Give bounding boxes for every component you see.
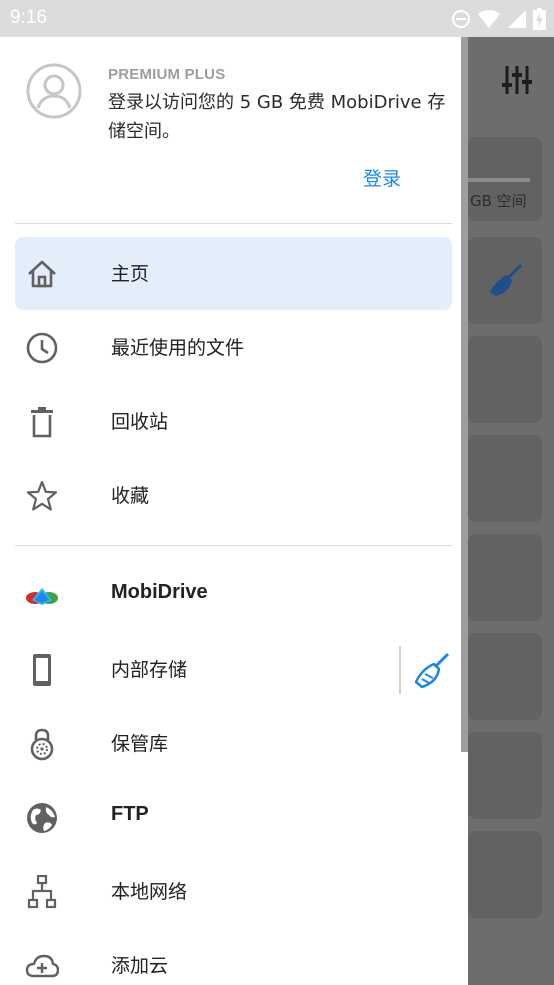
nav-item-home[interactable]: 主页 <box>15 237 452 310</box>
divider <box>15 545 452 546</box>
nav-item-vault[interactable]: 保管库 <box>15 707 452 780</box>
background-card <box>468 732 542 819</box>
nav-item-label: 最近使用的文件 <box>111 337 245 359</box>
globe-icon <box>27 803 57 833</box>
status-bar: 9:16 <box>0 0 554 37</box>
nav-item-add-cloud[interactable]: 添加云 <box>15 929 452 985</box>
nav-item-label: FTP <box>111 803 149 825</box>
cloud-add-icon <box>25 954 59 978</box>
nav-item-label: 内部存储 <box>111 659 188 681</box>
vertical-divider <box>399 646 401 694</box>
nav-item-mobidrive[interactable]: MobiDrive <box>15 559 452 632</box>
signal-icon <box>508 10 526 28</box>
background-storage-text: GB 空间 <box>470 192 527 210</box>
nav-item-favorites[interactable]: 收藏 <box>15 459 452 532</box>
nav-item-label: 添加云 <box>111 955 169 977</box>
avatar-icon[interactable] <box>26 63 82 119</box>
star-icon <box>26 480 58 511</box>
background-card <box>468 336 542 423</box>
background-card <box>468 435 542 522</box>
background-storage-bar <box>468 178 530 182</box>
background-card <box>468 831 542 918</box>
phone-icon <box>33 654 51 686</box>
home-icon <box>28 260 56 288</box>
clock-icon <box>26 332 58 364</box>
navigation-drawer: PREMIUM PLUS 登录以访问您的 5 GB 免费 MobiDrive 存… <box>0 37 468 985</box>
nav-item-recent[interactable]: 最近使用的文件 <box>15 311 452 384</box>
mobidrive-logo-icon <box>26 588 58 605</box>
divider <box>15 223 452 224</box>
login-button[interactable]: 登录 <box>363 164 401 191</box>
status-time: 9:16 <box>10 7 47 28</box>
drawer-scrollbar[interactable] <box>461 37 468 752</box>
battery-charging-icon <box>533 8 546 30</box>
nav-item-label: 收藏 <box>111 485 150 507</box>
status-icons <box>451 8 546 30</box>
nav-item-internal-storage[interactable]: 内部存储 <box>15 633 452 706</box>
plan-label: PREMIUM PLUS <box>108 66 226 83</box>
storage-promo-text: 登录以访问您的 5 GB 免费 MobiDrive 存储空间。 <box>108 92 446 142</box>
network-icon <box>27 875 57 909</box>
trash-icon <box>31 407 53 438</box>
nav-item-label: MobiDrive <box>111 581 208 603</box>
nav-item-local-network[interactable]: 本地网络 <box>15 855 452 928</box>
nav-item-label: 本地网络 <box>111 881 188 903</box>
broom-icon[interactable] <box>413 651 451 689</box>
nav-item-ftp[interactable]: FTP <box>15 781 452 854</box>
nav-item-label: 主页 <box>111 263 150 285</box>
do-not-disturb-icon <box>452 10 470 28</box>
background-card <box>468 633 542 720</box>
background-card <box>468 534 542 621</box>
vault-lock-icon <box>30 728 54 761</box>
broom-icon <box>490 263 523 296</box>
wifi-icon <box>478 10 500 28</box>
nav-item-label: 回收站 <box>111 411 169 433</box>
nav-item-label: 保管库 <box>111 733 169 755</box>
nav-item-trash[interactable]: 回收站 <box>15 385 452 458</box>
filter-sliders-icon[interactable] <box>502 64 532 96</box>
